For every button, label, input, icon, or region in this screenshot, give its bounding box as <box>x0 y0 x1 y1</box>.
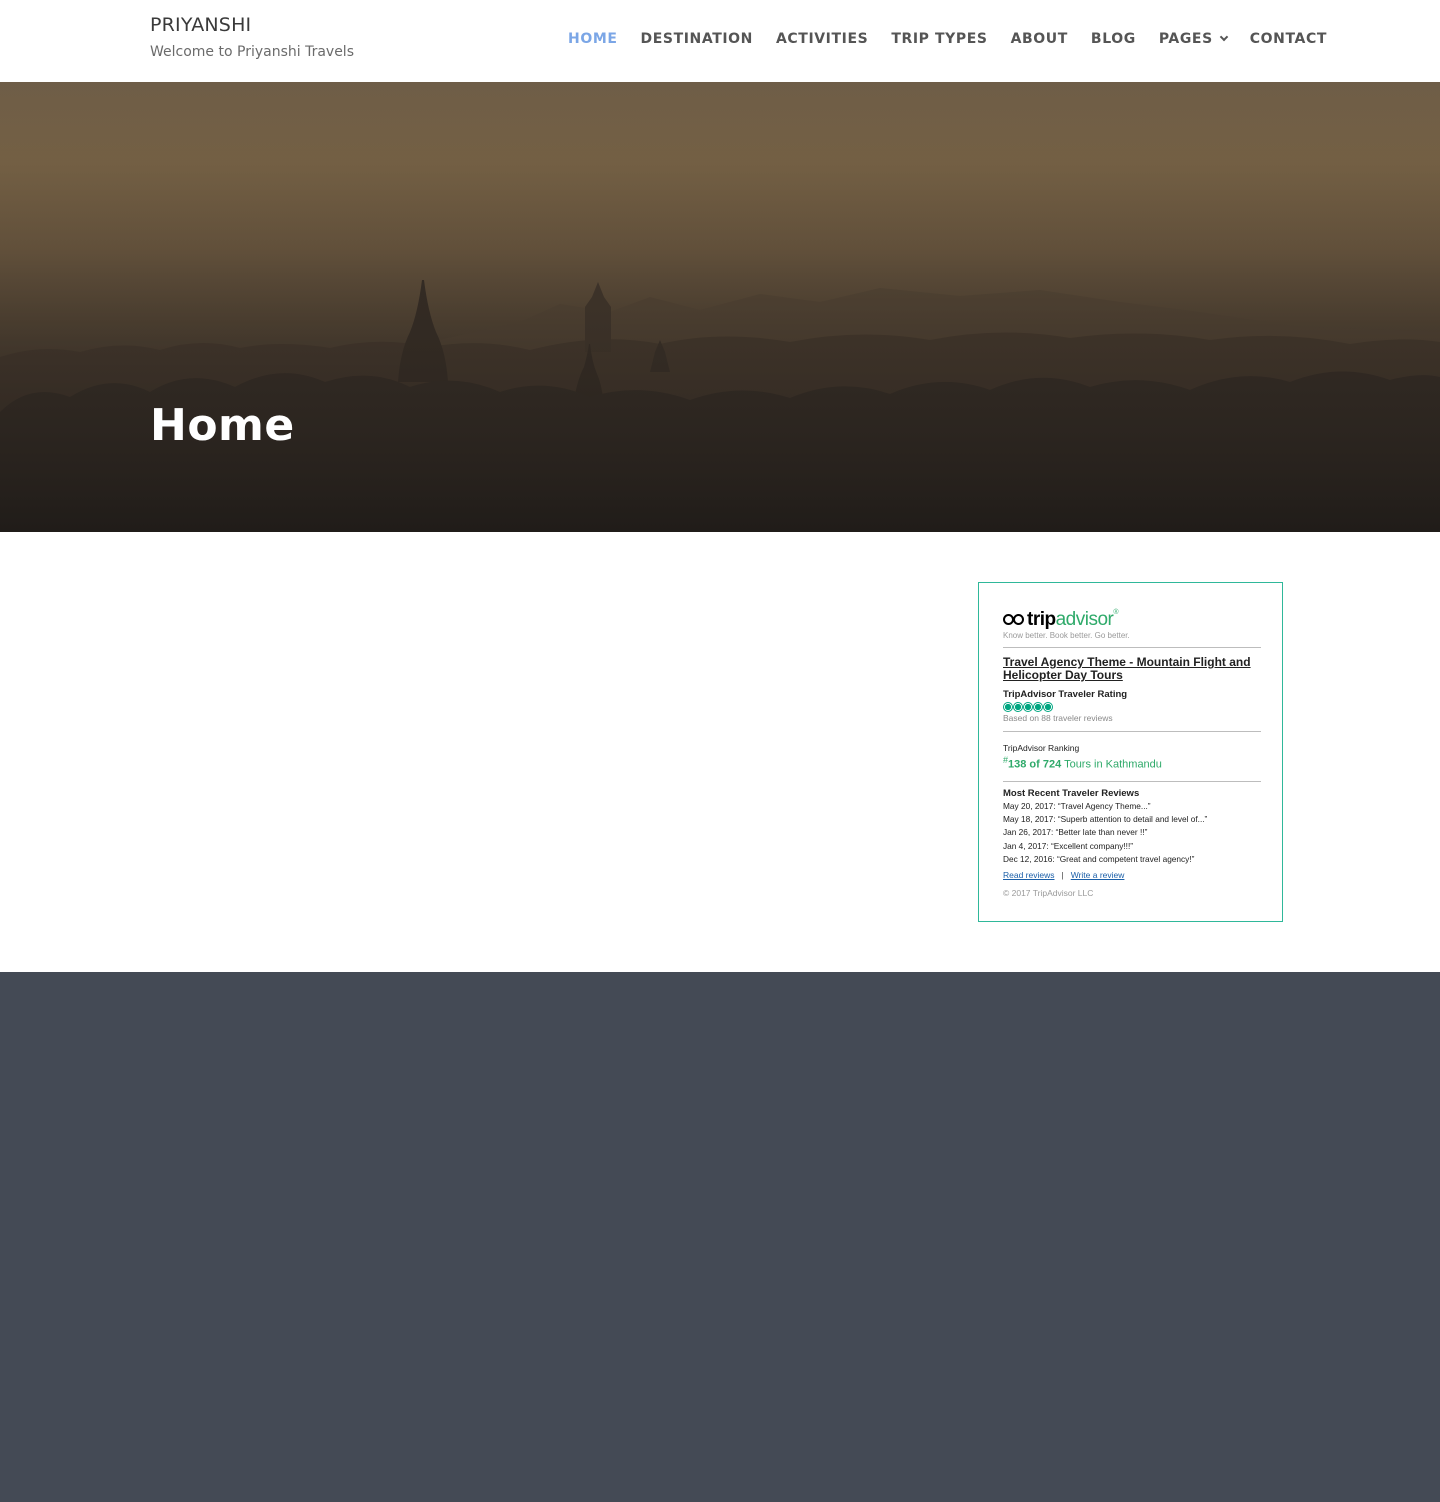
tripadvisor-tagline: Know better. Book better. Go better. <box>1003 631 1130 640</box>
nav-item-destination[interactable]: DESTINATION <box>641 31 753 47</box>
divider <box>1003 647 1261 648</box>
tripadvisor-widget: tripadvisor® Know better. Book better. G… <box>978 582 1283 922</box>
site-footer <box>0 972 1440 1502</box>
ranking-label: TripAdvisor Ranking <box>1003 743 1080 753</box>
review-item[interactable]: Jan 26, 2017: “Better late than never !!… <box>1003 827 1147 837</box>
tripadvisor-copyright: © 2017 TripAdvisor LLC <box>1003 888 1094 898</box>
review-item[interactable]: Dec 12, 2016: “Great and competent trave… <box>1003 854 1194 864</box>
review-count: Based on 88 traveler reviews <box>1003 713 1113 723</box>
nav-item-about[interactable]: ABOUT <box>1011 31 1068 47</box>
review-item[interactable]: Jan 4, 2017: “Excellent company!!!” <box>1003 841 1133 851</box>
ranking-value[interactable]: #138 of 724 Tours in Kathmandu <box>1003 755 1162 771</box>
link-separator: | <box>1061 870 1064 880</box>
nav-item-contact[interactable]: CONTACT <box>1250 31 1327 47</box>
nav-item-activities[interactable]: ACTIVITIES <box>776 31 868 47</box>
page-title: Home <box>150 400 295 451</box>
rating-label: TripAdvisor Traveler Rating <box>1003 689 1128 700</box>
site-tagline: Welcome to Priyanshi Travels <box>150 44 354 60</box>
chevron-down-icon[interactable] <box>1219 32 1229 42</box>
nav-item-pages[interactable]: PAGES <box>1158 31 1229 47</box>
main-nav: HOME DESTINATION ACTIVITIES TRIP TYPES A… <box>568 31 1327 47</box>
tripadvisor-wordmark: tripadvisor® <box>1027 609 1119 630</box>
tripadvisor-logo[interactable]: tripadvisor® <box>1003 609 1118 631</box>
read-reviews-link[interactable]: Read reviews <box>1003 870 1055 880</box>
site-title[interactable]: PRIYANSHI <box>150 14 251 36</box>
recent-reviews-title: Most Recent Traveler Reviews <box>1003 788 1140 799</box>
nav-item-pages-label: PAGES <box>1158 31 1213 47</box>
rating-bubble-icon <box>1033 702 1043 712</box>
review-item[interactable]: May 20, 2017: “Travel Agency Theme...” <box>1003 801 1151 811</box>
review-item[interactable]: May 18, 2017: “Superb attention to detai… <box>1003 814 1207 824</box>
site-header: PRIYANSHI Welcome to Priyanshi Travels H… <box>0 0 1440 82</box>
nav-item-trip-types[interactable]: TRIP TYPES <box>891 31 987 47</box>
owl-eyes-icon <box>1003 614 1025 626</box>
nav-item-blog[interactable]: BLOG <box>1091 31 1136 47</box>
listing-title-link[interactable]: Travel Agency Theme - Mountain Flight an… <box>1003 656 1258 682</box>
divider <box>1003 781 1261 782</box>
nav-item-home[interactable]: HOME <box>568 31 618 47</box>
rating-bubble-icon <box>1023 702 1033 712</box>
write-review-link[interactable]: Write a review <box>1071 870 1125 880</box>
rating-bubble-icon <box>1013 702 1023 712</box>
rating-bubble-icon <box>1043 702 1053 712</box>
hero-banner: Home <box>0 82 1440 532</box>
review-links: Read reviews | Write a review <box>1003 870 1124 880</box>
hero-landscape-image <box>0 82 1440 532</box>
rating-bubbles <box>1003 702 1053 712</box>
divider <box>1003 731 1261 732</box>
rating-bubble-icon <box>1003 702 1013 712</box>
